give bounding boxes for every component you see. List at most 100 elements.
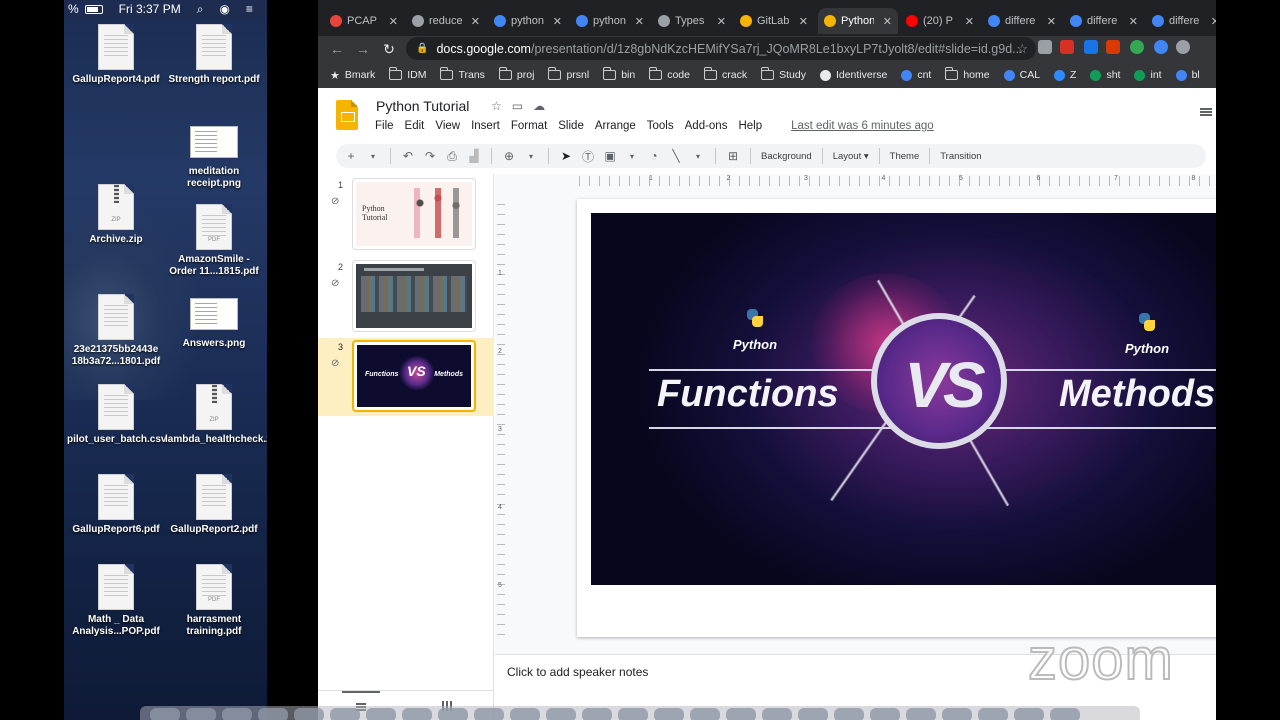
menu-view[interactable]: View xyxy=(435,120,460,132)
bookmark-item[interactable]: home xyxy=(945,67,990,81)
chevron-down-icon[interactable]: ▾ xyxy=(524,152,538,161)
dock-app-icon[interactable] xyxy=(186,708,216,720)
menu-file[interactable]: File xyxy=(375,120,394,132)
dock-app-icon[interactable] xyxy=(330,708,360,720)
bookmark-star-icon[interactable]: ☆ xyxy=(1016,41,1028,57)
camera-extension-icon[interactable] xyxy=(1038,40,1052,54)
comments-icon[interactable] xyxy=(1200,108,1212,116)
google-extension-icon[interactable] xyxy=(1154,40,1168,54)
menu-addons[interactable]: Add-ons xyxy=(685,120,728,132)
notification-center-icon[interactable]: ≡ xyxy=(246,2,253,16)
desktop-file-icon[interactable]: ZIP Archive.zip xyxy=(67,184,165,246)
browser-tab[interactable]: PCAP ✕ xyxy=(324,8,404,34)
dock-app-icon[interactable] xyxy=(834,708,864,720)
desktop-file-icon[interactable]: PDF harrasment training.pdf xyxy=(165,564,263,638)
bookmark-item[interactable]: CAL xyxy=(1003,69,1040,81)
chevron-down-icon[interactable]: ▾ xyxy=(691,152,705,161)
forward-arrow-icon[interactable]: → xyxy=(350,41,376,57)
desktop-file-icon[interactable]: meditation receipt.png xyxy=(165,122,263,190)
background-button[interactable]: Background xyxy=(761,151,812,162)
bookmark-item[interactable]: prsnl xyxy=(548,67,589,81)
dock-app-icon[interactable] xyxy=(582,708,612,720)
dock-app-icon[interactable] xyxy=(222,708,252,720)
chevron-down-icon[interactable]: ▾ xyxy=(625,152,639,161)
dock-app-icon[interactable] xyxy=(726,708,756,720)
dock-app-icon[interactable] xyxy=(546,708,576,720)
slides-logo-icon[interactable] xyxy=(336,100,358,130)
transition-button[interactable]: Transition xyxy=(940,151,981,162)
browser-tab[interactable]: GitLab ✕ xyxy=(734,8,814,34)
dock-app-icon[interactable] xyxy=(510,708,540,720)
dock-app-icon[interactable] xyxy=(1014,708,1044,720)
bookmark-item[interactable]: IDM xyxy=(389,67,426,81)
dock-app-icon[interactable] xyxy=(762,708,792,720)
menu-format[interactable]: Format xyxy=(511,120,547,132)
dock-app-icon[interactable] xyxy=(906,708,936,720)
redo-icon[interactable]: ↷ xyxy=(423,149,437,163)
dock-app-icon[interactable] xyxy=(294,708,324,720)
bookmark-item[interactable]: proj xyxy=(498,67,534,81)
reload-icon[interactable]: ↻ xyxy=(376,41,402,58)
tab-close-icon[interactable]: ✕ xyxy=(883,15,892,28)
line-icon[interactable]: ╲ xyxy=(669,149,683,163)
browser-tab[interactable]: differe ✕ xyxy=(1064,8,1144,34)
bookmark-item[interactable]: Trans xyxy=(440,67,485,81)
dock-app-icon[interactable] xyxy=(654,708,684,720)
tab-close-icon[interactable]: ✕ xyxy=(553,15,562,28)
bookmark-item[interactable]: cnt xyxy=(901,69,931,81)
dock-app-icon[interactable] xyxy=(798,708,828,720)
menu-slide[interactable]: Slide xyxy=(558,120,584,132)
zoom-icon[interactable]: ⊕ xyxy=(502,149,516,163)
tab-close-icon[interactable]: ✕ xyxy=(635,15,644,28)
tab-close-icon[interactable]: ✕ xyxy=(1047,15,1056,28)
image-icon[interactable]: ▣ xyxy=(603,149,617,163)
desktop-file-icon[interactable]: GallupReport6.pdf xyxy=(67,474,165,536)
tab-close-icon[interactable]: ✕ xyxy=(471,15,480,28)
dock-app-icon[interactable] xyxy=(978,708,1008,720)
address-bar[interactable]: 🔒 docs.google.com/presentation/d/1z8gbNd… xyxy=(406,37,1036,60)
tab-close-icon[interactable]: ✕ xyxy=(717,15,726,28)
wordpress-extension-icon[interactable] xyxy=(1176,40,1190,54)
bookmark-item[interactable]: Z xyxy=(1054,69,1076,81)
tab-close-icon[interactable]: ✕ xyxy=(965,15,974,28)
bookmark-item[interactable]: sht xyxy=(1090,69,1120,81)
desktop-file-icon[interactable]: Math _ Data Analysis...POP.pdf xyxy=(67,564,165,638)
browser-tab[interactable]: Types ✕ xyxy=(652,8,732,34)
desktop-file-icon[interactable]: 23e21375bb2443e 18b3a72...1801.pdf xyxy=(67,294,165,368)
office-extension-icon[interactable] xyxy=(1106,40,1120,54)
slide-thumbnail-1[interactable]: Python Tutorial xyxy=(352,178,476,250)
slide-thumbnail-2[interactable] xyxy=(352,260,476,332)
menu-arrange[interactable]: Arrange xyxy=(595,120,636,132)
browser-tab[interactable]: differe ✕ xyxy=(1146,8,1216,34)
desktop-file-icon[interactable]: ZIP lambda_healthcheck.zip xyxy=(165,384,267,446)
bookmark-item[interactable]: bin xyxy=(603,67,635,81)
dock-app-icon[interactable] xyxy=(942,708,972,720)
move-folder-icon[interactable]: ▭ xyxy=(512,99,523,113)
bookmark-item[interactable]: int xyxy=(1134,69,1162,81)
bookmark-item[interactable]: bl xyxy=(1175,69,1200,81)
select-cursor-icon[interactable]: ➤ xyxy=(559,149,573,163)
bookmark-item[interactable]: ★ Bmark xyxy=(330,69,375,82)
chevron-down-icon[interactable]: ▾ xyxy=(366,152,380,161)
slide-frame[interactable]: VS Functions Methods Python Python xyxy=(577,199,1216,637)
browser-tab[interactable]: python ✕ xyxy=(488,8,568,34)
browser-tab-active[interactable]: Python ✕ xyxy=(818,8,898,34)
dock-app-icon[interactable] xyxy=(618,708,648,720)
menu-insert[interactable]: Insert xyxy=(471,120,500,132)
presentation-title[interactable]: Python Tutorial xyxy=(376,98,469,114)
cloud-saved-icon[interactable]: ☁ xyxy=(533,99,545,113)
menu-edit[interactable]: Edit xyxy=(405,120,425,132)
adblock-extension-icon[interactable] xyxy=(1060,40,1074,54)
slide-thumbnail-3[interactable]: Functions VS Methods xyxy=(352,340,476,412)
dock-app-icon[interactable] xyxy=(438,708,468,720)
dock-app-icon[interactable] xyxy=(870,708,900,720)
desktop-file-icon[interactable]: Strength report.pdf xyxy=(165,24,263,86)
desktop-file-icon[interactable]: pilot_user_batch.csv xyxy=(67,384,166,446)
bookmark-item[interactable]: code xyxy=(649,67,690,81)
menu-help[interactable]: Help xyxy=(738,120,762,132)
siri-icon[interactable]: ◉ xyxy=(219,2,229,16)
print-icon[interactable]: ⎙ xyxy=(445,149,459,164)
back-arrow-icon[interactable]: ← xyxy=(324,41,350,57)
dock-app-icon[interactable] xyxy=(402,708,432,720)
dock-app-icon[interactable] xyxy=(474,708,504,720)
